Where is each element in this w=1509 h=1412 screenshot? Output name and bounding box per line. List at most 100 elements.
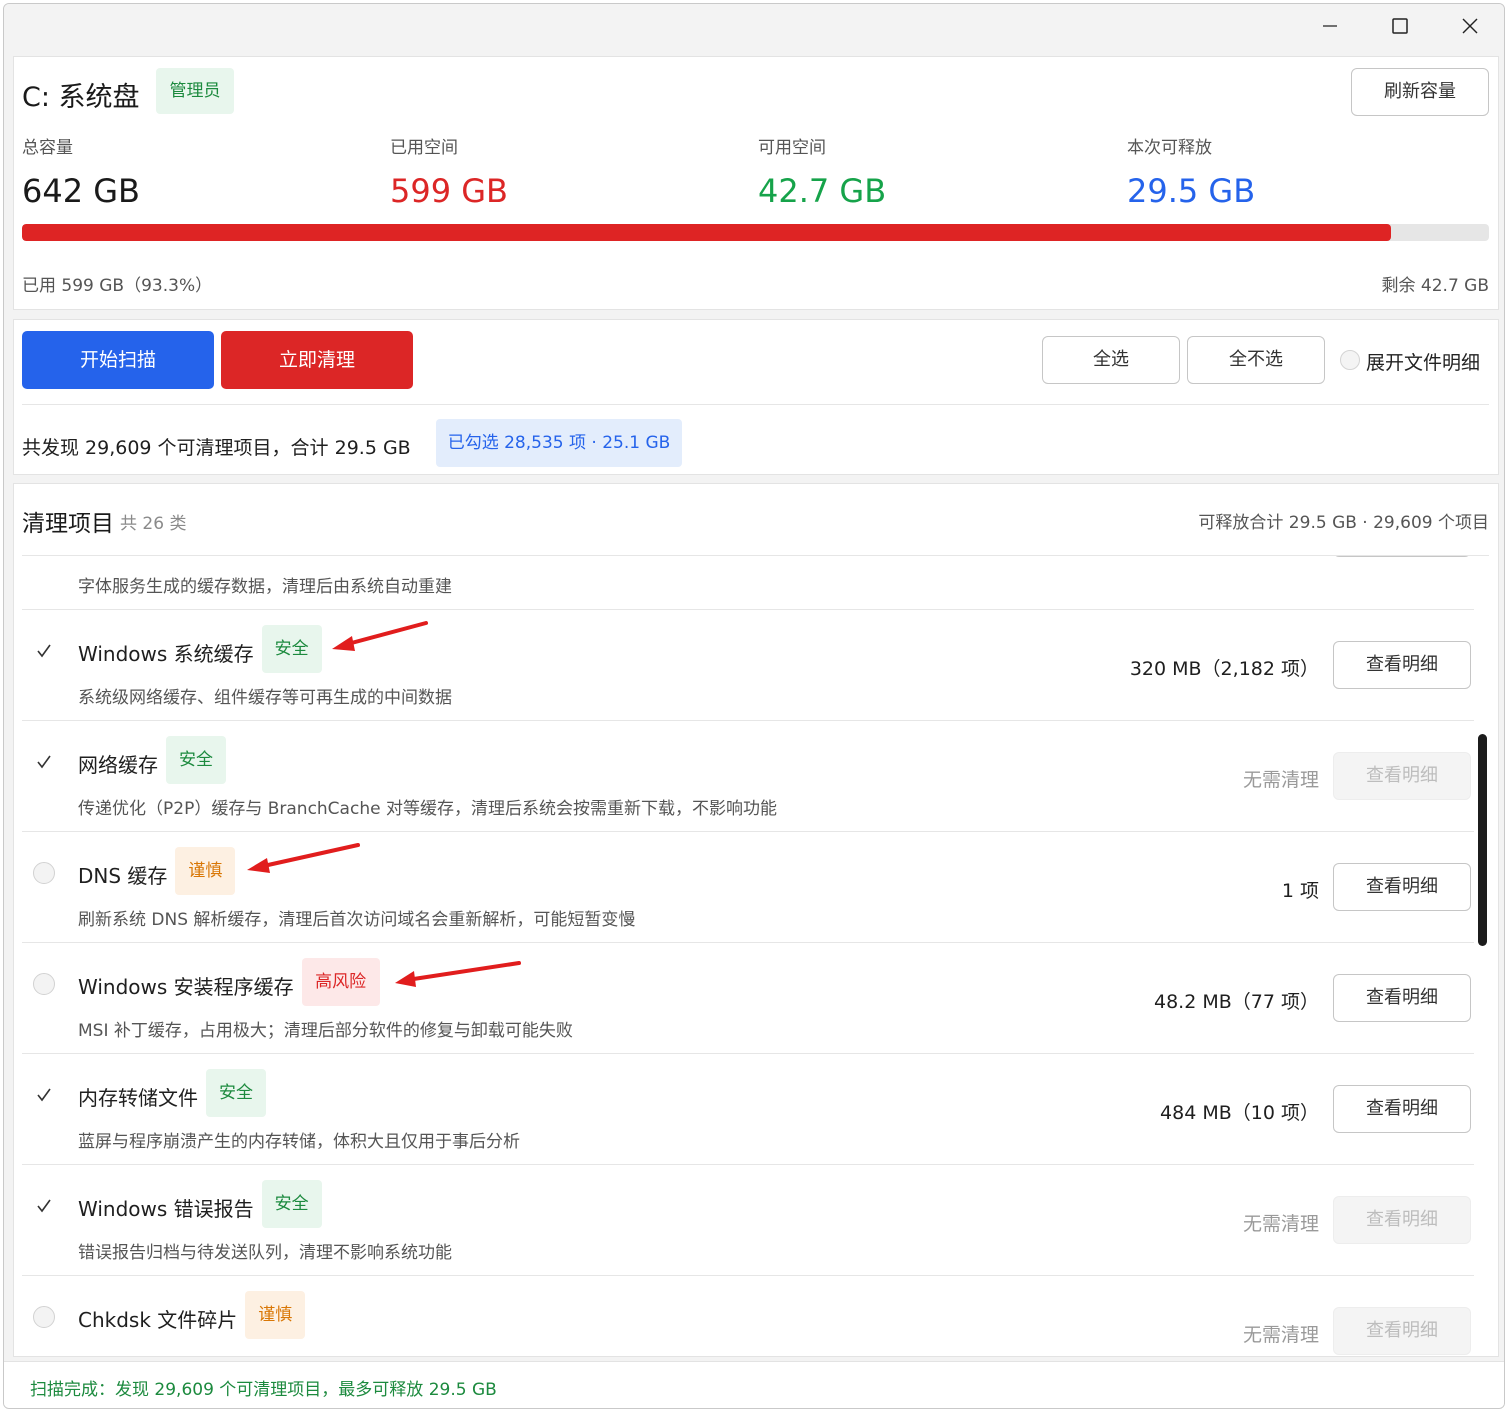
list-item[interactable]: Windows 安装程序缓存 高风险 MSI 补丁缓存，占用极大；清理后部分软件的修… [22, 943, 1474, 1054]
close-icon [1462, 18, 1478, 34]
item-size: 484 MB（10 项） [1160, 1102, 1319, 1124]
item-size: 无需清理 [1242, 1324, 1319, 1346]
selected-badge: 已勾选 28,535 项 · 25.1 GB [436, 419, 682, 467]
checkbox-checked[interactable] [33, 640, 55, 662]
clean-items-panel: 清理项目 共 26 类 可释放合计 29.5 GB · 29,609 个项目 字… [13, 483, 1499, 1357]
item-size: 无需清理 [1242, 1213, 1319, 1235]
stat-value: 42.7 GB [758, 172, 887, 210]
item-name: 内存转储文件 [78, 1086, 198, 1110]
stat-label: 已用空间 [390, 138, 458, 158]
item-size: 1 项 [1281, 880, 1319, 902]
checkmark-icon [37, 1088, 51, 1102]
view-details-button[interactable]: 查看明细 [1333, 1307, 1471, 1355]
select-none-button[interactable]: 全不选 [1187, 336, 1325, 384]
admin-badge: 管理员 [156, 68, 234, 114]
list-item[interactable]: Windows 系统缓存 安全系统级网络缓存、组件缓存等可再生成的中间数据 320 … [22, 610, 1474, 721]
maximize-icon [1392, 18, 1408, 34]
start-scan-button[interactable]: 开始扫描 [22, 331, 214, 389]
clean-now-button[interactable]: 立即清理 [221, 331, 413, 389]
stat-value: 642 GB [22, 172, 140, 210]
found-summary: 共发现 29,609 个可清理项目，合计 29.5 GB [22, 437, 411, 459]
item-description: MSI 补丁缓存，占用极大；清理后部分软件的修复与卸载可能失败 [78, 1021, 573, 1041]
view-details-button[interactable]: 查看明细 [1333, 1085, 1471, 1133]
list-item[interactable]: 内存转储文件 安全蓝屏与程序崩溃产生的内存转储，体积大且仅用于事后分析 484 MB… [22, 1054, 1474, 1165]
annotation-arrow [247, 843, 360, 873]
item-description: 刷新系统 DNS 解析缓存，清理后首次访问域名会重新解析，可能短暂变慢 [78, 910, 636, 930]
view-details-button[interactable]: 查看明细 [1333, 974, 1471, 1022]
view-details-button[interactable]: 查看明细 [1333, 556, 1471, 557]
annotation-arrow [332, 621, 428, 651]
refresh-capacity-button[interactable]: 刷新容量 [1351, 68, 1489, 116]
list-item[interactable]: DNS 缓存 谨慎 刷新系统 DNS 解析缓存，清理后首次访问域名会重新解析，可能短… [22, 832, 1474, 943]
app-window: C: 系统盘 管理员 刷新容量 总容量 642 GB 已用空间 599 GB 可… [3, 3, 1505, 1409]
item-name: Windows 安装程序缓存 [78, 975, 294, 999]
item-name: Chkdsk 文件碎片 [78, 1308, 238, 1332]
annotation-arrow [395, 961, 521, 987]
status-text: 扫描完成：发现 29,609 个可清理项目，最多可释放 29.5 GB [30, 1380, 497, 1400]
checkmark-icon [37, 1199, 51, 1213]
risk-tag: 谨慎 [175, 847, 236, 895]
risk-tag: 安全 [261, 1180, 322, 1228]
item-description: 系统级网络缓存、组件缓存等可再生成的中间数据 [78, 688, 452, 708]
divider [22, 404, 1489, 405]
stat-total: 总容量 642 GB [22, 133, 140, 210]
checkbox-unchecked[interactable] [33, 1306, 55, 1328]
expand-radio[interactable] [1340, 350, 1360, 370]
risk-tag: 高风险 [301, 958, 380, 1006]
close-button[interactable] [1435, 4, 1504, 50]
clean-items-list[interactable]: 字体服务生成的缓存数据，清理后由系统自动重建 查看明细 Windows 系统缓存… [22, 556, 1474, 1356]
item-size: 无需清理 [1242, 769, 1319, 791]
stat-releasable: 本次可释放 29.5 GB [1127, 133, 1255, 210]
checkbox-unchecked[interactable] [33, 862, 55, 884]
scrollbar[interactable] [1478, 734, 1487, 946]
list-item[interactable]: Chkdsk 文件碎片 谨慎 无需清理 查看明细 [22, 1276, 1474, 1356]
list-summary: 可释放合计 29.5 GB · 29,609 个项目 [1198, 513, 1489, 533]
risk-tag: 安全 [206, 1069, 266, 1117]
minimize-icon [1323, 25, 1337, 27]
view-details-button[interactable]: 查看明细 [1333, 863, 1471, 911]
select-all-button[interactable]: 全选 [1042, 336, 1180, 384]
checkmark-icon [37, 755, 51, 769]
list-item[interactable]: 网络缓存 安全传递优化（P2P）缓存与 BranchCache 对等缓存，清理后系… [22, 721, 1474, 832]
view-details-button[interactable]: 查看明细 [1333, 752, 1471, 800]
view-details-button[interactable]: 查看明细 [1333, 641, 1471, 689]
stat-label: 本次可释放 [1127, 138, 1212, 158]
item-size: 320 MB（2,182 项） [1129, 658, 1319, 680]
stat-value: 29.5 GB [1127, 172, 1256, 210]
item-name: Windows 系统缓存 [78, 642, 254, 666]
disk-title: C: 系统盘 [22, 82, 140, 113]
stat-free: 可用空间 42.7 GB [758, 133, 886, 210]
checkmark-icon [37, 644, 51, 658]
minimize-button[interactable] [1295, 4, 1365, 50]
checkbox-checked[interactable] [33, 1195, 55, 1217]
item-name: 网络缓存 [78, 753, 158, 777]
usage-progress-fill [22, 224, 1391, 241]
maximize-button[interactable] [1365, 4, 1435, 50]
checkbox-checked[interactable] [33, 1084, 55, 1106]
list-item[interactable]: 字体服务生成的缓存数据，清理后由系统自动重建 查看明细 [22, 556, 1474, 610]
checkbox-unchecked[interactable] [33, 973, 55, 995]
action-panel: 开始扫描 立即清理 全选 全不选 展开文件明细 共发现 29,609 个可清理项… [13, 319, 1499, 475]
remaining-text: 剩余 42.7 GB [1381, 276, 1490, 296]
checkbox-checked[interactable] [33, 751, 55, 773]
item-size: 48.2 MB（77 项） [1154, 991, 1319, 1013]
stat-used: 已用空间 599 GB [390, 133, 508, 210]
item-description: 传递优化（P2P）缓存与 BranchCache 对等缓存，清理后系统会按需重新… [78, 799, 777, 819]
list-count: 共 26 类 [120, 514, 187, 534]
usage-progress-bar [22, 224, 1489, 241]
title-bar [4, 4, 1504, 50]
item-description: 错误报告归档与待发送队列，清理不影响系统功能 [78, 1243, 452, 1263]
risk-tag: 安全 [166, 736, 226, 784]
list-item[interactable]: Windows 错误报告 安全错误报告归档与待发送队列，清理不影响系统功能 无需清理… [22, 1165, 1474, 1276]
item-name: Windows 错误报告 [78, 1197, 254, 1221]
list-title: 清理项目 [22, 511, 114, 537]
stat-value: 599 GB [390, 172, 508, 210]
status-bar: 扫描完成：发现 29,609 个可清理项目，最多可释放 29.5 GB [4, 1361, 1504, 1408]
view-details-button[interactable]: 查看明细 [1333, 1196, 1471, 1244]
stat-label: 可用空间 [758, 138, 826, 158]
item-description: 字体服务生成的缓存数据，清理后由系统自动重建 [78, 577, 452, 597]
stat-label: 总容量 [22, 138, 73, 158]
item-description: 蓝屏与程序崩溃产生的内存转储，体积大且仅用于事后分析 [78, 1132, 520, 1152]
expand-label: 展开文件明细 [1366, 352, 1481, 374]
risk-tag: 安全 [261, 625, 322, 673]
